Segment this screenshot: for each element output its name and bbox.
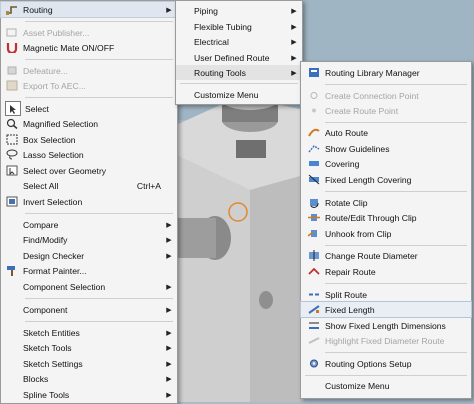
fixed-length-icon: [307, 303, 321, 316]
asset-publisher-icon: [5, 26, 19, 39]
menu-item-design-checker[interactable]: Design Checker ▶: [1, 248, 177, 263]
submenu-arrow-icon: ▶: [166, 283, 172, 291]
menu-item-defeature[interactable]: Defeature...: [1, 63, 177, 78]
menu-item-change-route-diameter[interactable]: Change Route Diameter: [301, 248, 471, 263]
submenu-arrow-icon: ▶: [291, 7, 297, 15]
menu-item-lasso-selection[interactable]: Lasso Selection: [1, 147, 177, 162]
menu-item-user-defined-route[interactable]: User Defined Route ▶: [176, 50, 302, 65]
options-setup-icon: [307, 357, 321, 370]
submenu-arrow-icon: ▶: [291, 38, 297, 46]
menu-item-invert-selection[interactable]: Invert Selection: [1, 194, 177, 209]
menu-item-fixed-length-covering[interactable]: Fixed Length Covering: [301, 172, 471, 187]
menu-item-auto-route[interactable]: Auto Route: [301, 125, 471, 140]
menu-item-piping[interactable]: Piping ▶: [176, 3, 302, 18]
menu-item-sketch-tools[interactable]: Sketch Tools ▶: [1, 340, 177, 355]
fixed-diameter-icon: [307, 334, 321, 347]
export-aec-icon: [5, 79, 19, 92]
menu-item-asset-publisher[interactable]: Asset Publisher...: [1, 25, 177, 40]
menu-item-covering[interactable]: Covering: [301, 156, 471, 171]
fixed-length-covering-icon: [307, 173, 321, 186]
menu-item-electrical[interactable]: Electrical ▶: [176, 34, 302, 49]
box-selection-icon: [5, 133, 19, 146]
submenu-arrow-icon: ▶: [166, 360, 172, 368]
submenu-arrow-icon: ▶: [166, 391, 172, 399]
split-route-icon: [307, 288, 321, 301]
submenu-arrow-icon: ▶: [166, 306, 172, 314]
menu-item-sketch-entities[interactable]: Sketch Entities ▶: [1, 325, 177, 340]
menu-item-routing-library-manager[interactable]: Routing Library Manager: [301, 65, 471, 80]
submenu-arrow-icon: ▶: [166, 6, 172, 14]
menu-item-magnified-selection[interactable]: Magnified Selection: [1, 116, 177, 131]
route-diameter-icon: [307, 249, 321, 262]
shortcut-label: Ctrl+A: [136, 180, 161, 191]
fixed-length-dims-icon: [307, 319, 321, 332]
menu-item-create-route-point[interactable]: Create Route Point: [301, 103, 471, 118]
unhook-clip-icon: [307, 227, 321, 240]
menu-item-component-selection[interactable]: Component Selection ▶: [1, 279, 177, 294]
format-painter-icon: [5, 264, 19, 277]
menu-item-compare[interactable]: Compare ▶: [1, 217, 177, 232]
menu-item-route-edit-through-clip[interactable]: Route/Edit Through Clip: [301, 210, 471, 225]
menu-item-format-painter[interactable]: Format Painter...: [1, 263, 177, 278]
menu-item-routing[interactable]: Routing ▶: [0, 1, 178, 18]
menu-item-routing-tools[interactable]: Routing Tools ▶: [176, 65, 302, 80]
routing-icon: [5, 3, 19, 16]
invert-selection-icon: [5, 195, 19, 208]
submenu-arrow-icon: ▶: [166, 221, 172, 229]
menu-item-highlight-fixed-diameter-route[interactable]: Highlight Fixed Diameter Route: [301, 333, 471, 348]
submenu-arrow-icon: ▶: [291, 69, 297, 77]
menu-item-routing-options-setup[interactable]: Routing Options Setup: [301, 356, 471, 371]
rotate-clip-icon: [307, 196, 321, 209]
routing-tools-submenu: Routing Library Manager Create Connectio…: [300, 61, 472, 399]
submenu-arrow-icon: ▶: [166, 236, 172, 244]
menu-item-unhook-from-clip[interactable]: Unhook from Clip: [301, 226, 471, 241]
menu-item-repair-route[interactable]: Repair Route: [301, 264, 471, 279]
menu-item-fixed-length[interactable]: Fixed Length: [300, 301, 472, 318]
menu-item-show-guidelines[interactable]: Show Guidelines: [301, 141, 471, 156]
menu-item-magnetic-mate[interactable]: Magnetic Mate ON/OFF: [1, 40, 177, 55]
menu-item-split-route[interactable]: Split Route: [301, 287, 471, 302]
submenu-arrow-icon: ▶: [291, 23, 297, 31]
submenu-arrow-icon: ▶: [166, 375, 172, 383]
auto-route-icon: [307, 126, 321, 139]
connection-point-icon: [307, 89, 321, 102]
route-point-icon: [307, 104, 321, 117]
menu-item-create-connection-point[interactable]: Create Connection Point: [301, 88, 471, 103]
menu-item-select-over-geometry[interactable]: Select over Geometry: [1, 163, 177, 178]
menu-item-box-selection[interactable]: Box Selection: [1, 132, 177, 147]
menu-item-spline-tools[interactable]: Spline Tools ▶: [1, 387, 177, 402]
menu-item-show-fixed-length-dimensions[interactable]: Show Fixed Length Dimensions: [301, 318, 471, 333]
select-arrow-icon: [5, 101, 21, 116]
select-over-geometry-icon: [5, 164, 19, 177]
menu-item-sketch-settings[interactable]: Sketch Settings ▶: [1, 356, 177, 371]
menu-item-blocks[interactable]: Blocks ▶: [1, 371, 177, 386]
covering-icon: [307, 157, 321, 170]
submenu-arrow-icon: ▶: [291, 54, 297, 62]
guidelines-icon: [307, 142, 321, 155]
submenu-arrow-icon: ▶: [166, 329, 172, 337]
lasso-selection-icon: [5, 148, 19, 161]
submenu-arrow-icon: ▶: [166, 252, 172, 260]
submenu-arrow-icon: ▶: [166, 344, 172, 352]
repair-route-icon: [307, 265, 321, 278]
main-context-menu: Routing ▶ Asset Publisher... Magnetic Ma…: [0, 0, 178, 404]
menu-item-customize-menu[interactable]: Customize Menu: [176, 87, 302, 102]
menu-item-rotate-clip[interactable]: Rotate Clip: [301, 195, 471, 210]
routing-submenu: Piping ▶ Flexible Tubing ▶ Electrical ▶ …: [175, 0, 303, 105]
library-manager-icon: [307, 66, 321, 79]
menu-item-flexible-tubing[interactable]: Flexible Tubing ▶: [176, 19, 302, 34]
menu-item-export-aec[interactable]: Export To AEC...: [1, 78, 177, 93]
menu-item-select[interactable]: Select: [1, 101, 177, 116]
menu-item-component[interactable]: Component ▶: [1, 302, 177, 317]
magnified-selection-icon: [5, 117, 19, 130]
magnetic-mate-icon: [5, 41, 19, 54]
menu-item-find-modify[interactable]: Find/Modify ▶: [1, 232, 177, 247]
menu-item-select-all[interactable]: Select All Ctrl+A: [1, 178, 177, 193]
route-through-clip-icon: [307, 211, 321, 224]
menu-item-customize-menu-tools[interactable]: Customize Menu: [301, 378, 471, 393]
defeature-icon: [5, 64, 19, 77]
